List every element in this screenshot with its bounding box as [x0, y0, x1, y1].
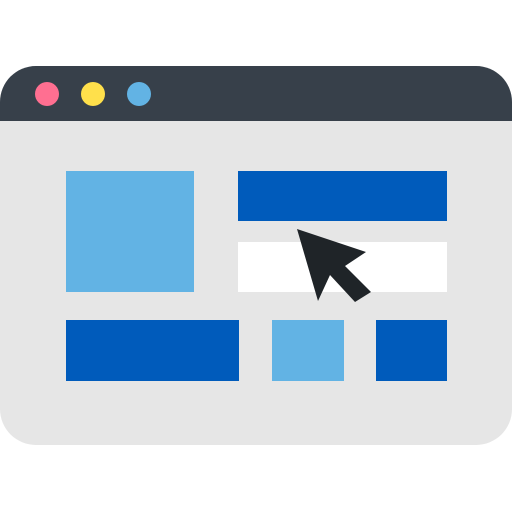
header-bar-block — [238, 171, 447, 221]
maximize-dot-icon — [127, 82, 151, 106]
image-placeholder-block — [66, 171, 194, 292]
small-square-block — [272, 320, 344, 381]
close-dot-icon — [35, 82, 59, 106]
wide-footer-block — [66, 320, 239, 381]
minimize-dot-icon — [81, 82, 105, 106]
browser-window-illustration — [0, 0, 512, 512]
right-footer-block — [376, 320, 447, 381]
title-bar — [0, 66, 512, 121]
browser-window-cursor-icon — [0, 66, 512, 445]
